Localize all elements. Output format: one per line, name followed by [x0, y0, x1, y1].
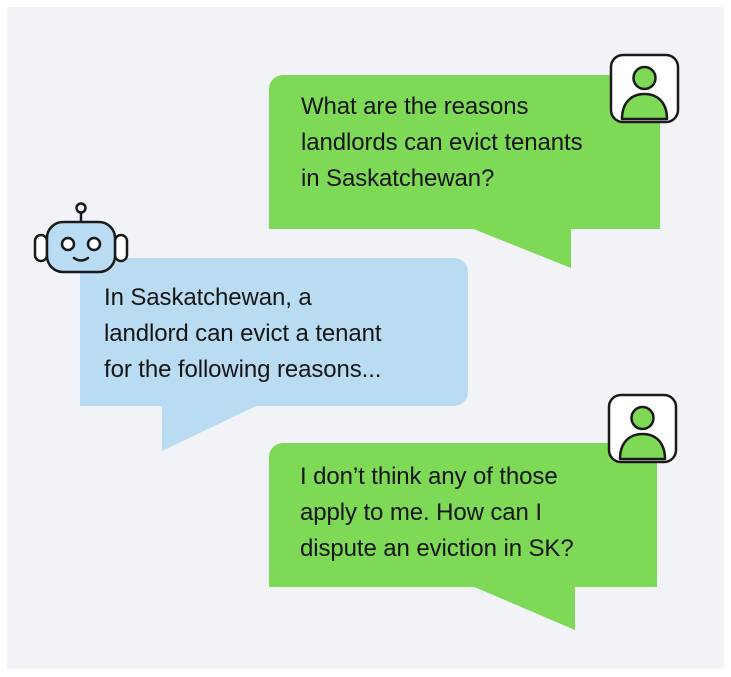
robot-avatar-icon — [33, 202, 129, 274]
bot-message-bubble: In Saskatchewan, a landlord can evict a … — [80, 258, 468, 406]
user-avatar-icon — [607, 393, 678, 464]
bot-message-text: In Saskatchewan, a landlord can evict a … — [104, 284, 382, 383]
user-message-text: I don’t think any of those apply to me. … — [300, 463, 574, 562]
user-message-tail — [471, 228, 571, 268]
user-message-bubble: What are the reasons landlords can evict… — [269, 75, 660, 229]
user-message-bubble: I don’t think any of those apply to me. … — [269, 443, 657, 587]
user-avatar-icon — [609, 53, 680, 124]
user-message-text: What are the reasons landlords can evict… — [301, 93, 583, 192]
bot-message-tail — [162, 405, 258, 451]
illustration-canvas: What are the reasons landlords can evict… — [0, 0, 731, 677]
user-message-tail — [472, 586, 575, 630]
chat-panel: What are the reasons landlords can evict… — [7, 7, 724, 669]
